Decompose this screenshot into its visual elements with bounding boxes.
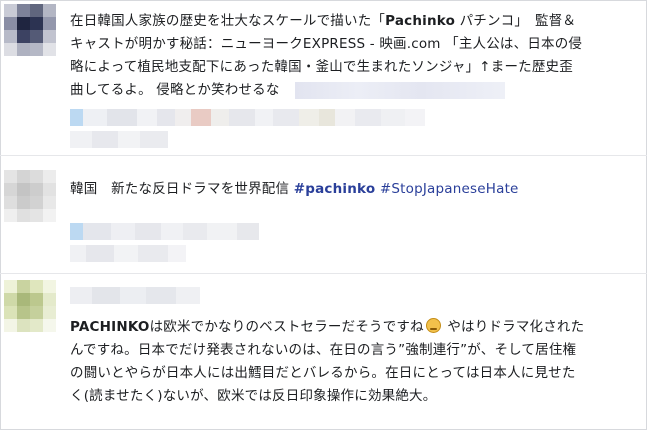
avatar[interactable]: [4, 4, 56, 56]
redacted-link-row[interactable]: [70, 223, 259, 240]
post-text: 在日韓国人家族の歴史を壮大なスケールで描いた「Pachinko パチンコ」 監督…: [70, 13, 583, 99]
post-text: 韓国 新たな反日ドラマを世界配信 #pachinko #StopJapanese…: [70, 181, 519, 197]
post-text: PACHINKOは欧米でかなりのベストセラーだそうですね やはりドラマ化された …: [70, 318, 585, 404]
redacted-username[interactable]: [70, 287, 200, 304]
post-divider: [0, 273, 647, 274]
post-divider: [0, 155, 647, 156]
hashtag-link[interactable]: #pachinko: [294, 181, 376, 197]
hashtag-link[interactable]: #StopJapaneseHate: [380, 181, 519, 197]
avatar[interactable]: [4, 280, 56, 332]
redacted-text: [295, 82, 505, 99]
redacted-meta-row: [70, 245, 186, 262]
redacted-meta-row: [70, 131, 168, 148]
redacted-link-row[interactable]: [70, 109, 425, 126]
sleepy-face-icon: [425, 318, 441, 333]
avatar[interactable]: [4, 170, 56, 222]
